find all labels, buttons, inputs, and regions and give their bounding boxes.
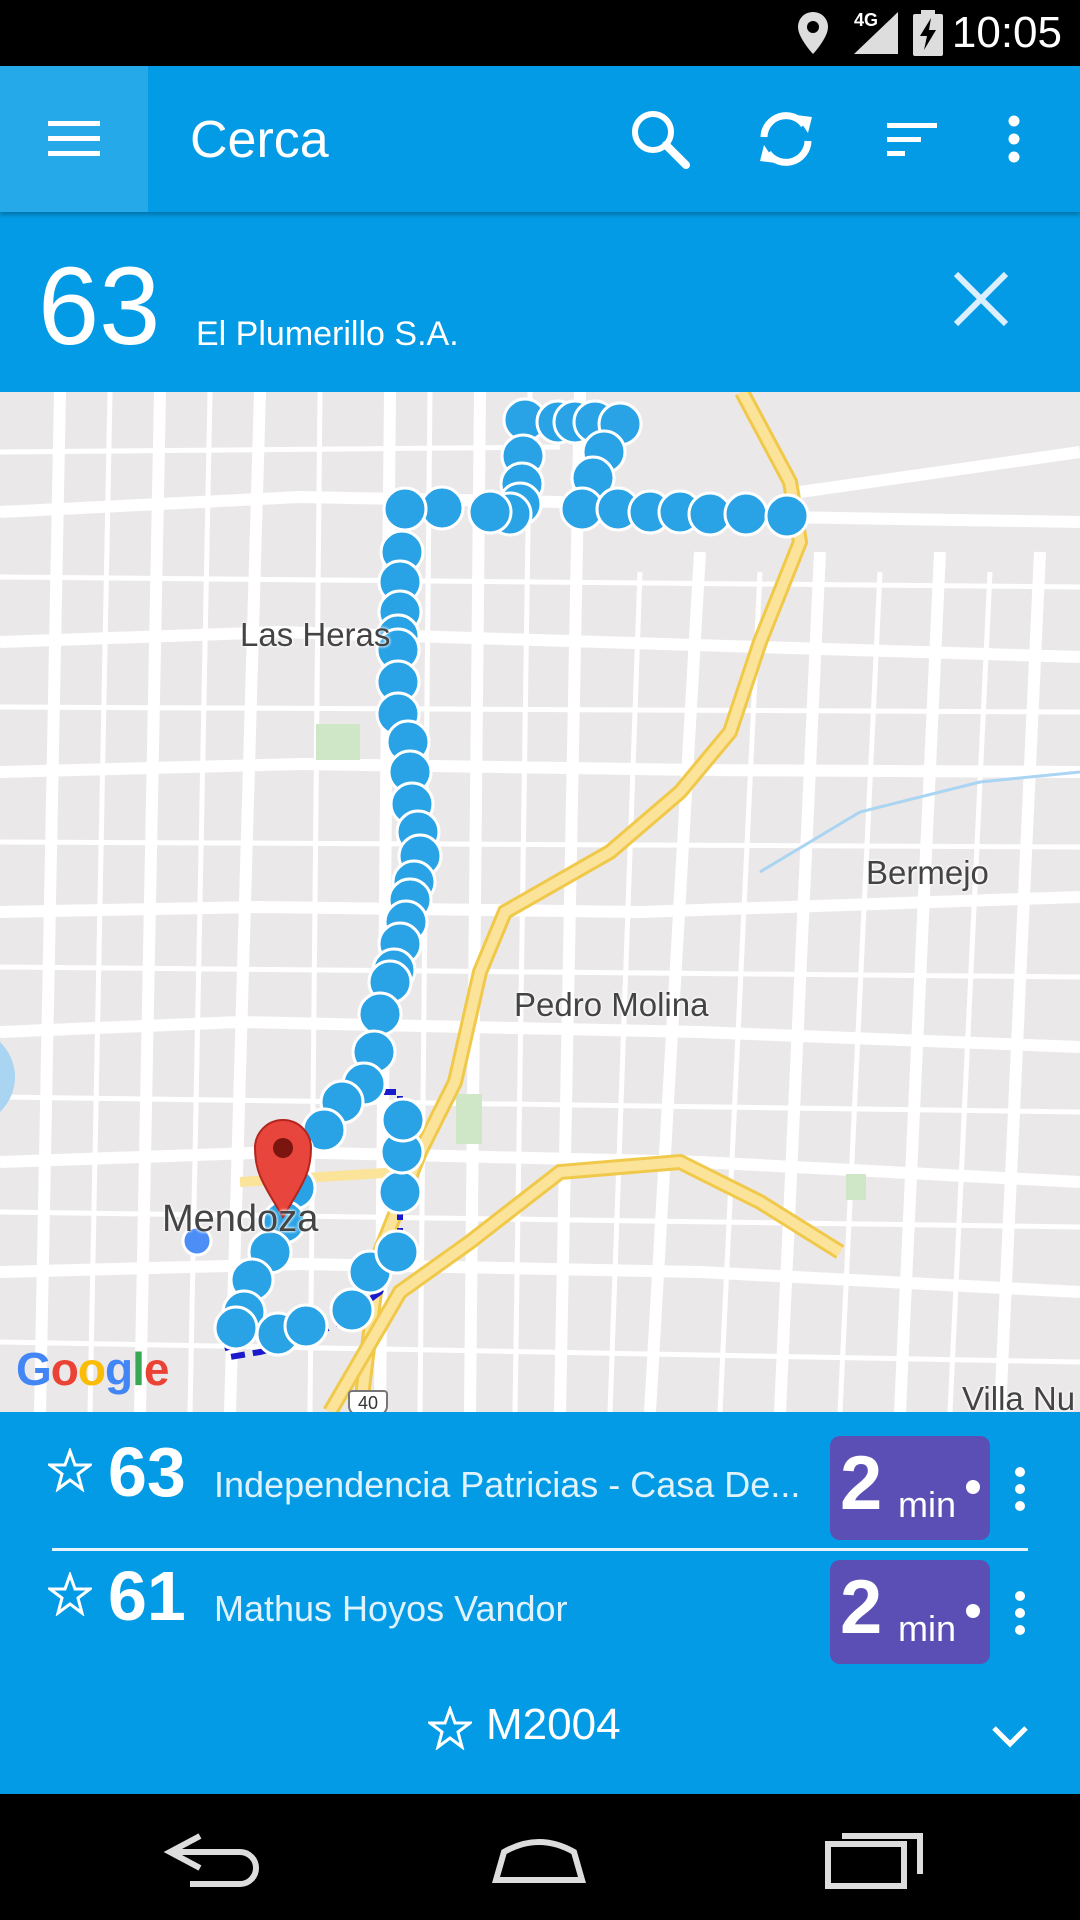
- stop-row[interactable]: M2004: [0, 1692, 1080, 1762]
- network-type: 4G: [854, 10, 879, 30]
- close-route-button[interactable]: [948, 266, 1014, 332]
- search-button[interactable]: [622, 101, 698, 177]
- map-label-mendoza: Mendoza: [162, 1198, 319, 1240]
- bus-stop-marker[interactable]: [764, 493, 810, 539]
- arrival-destination: Mathus Hoyos Vandor: [214, 1588, 568, 1629]
- hamburger-menu-icon: [48, 121, 100, 156]
- battery-charging-icon: [913, 10, 943, 56]
- route-number: 63: [38, 245, 161, 368]
- road-shield-40: 40: [348, 1390, 388, 1412]
- bus-stop-marker[interactable]: [357, 991, 403, 1037]
- chevron-down-icon[interactable]: [988, 1714, 1032, 1758]
- eta-badge: 2 min: [830, 1436, 990, 1540]
- recents-icon[interactable]: [820, 1818, 930, 1898]
- favorite-stop-star-icon[interactable]: [428, 1706, 472, 1750]
- bus-stop-marker[interactable]: [283, 1303, 329, 1349]
- bus-stop-marker[interactable]: [467, 489, 513, 535]
- row-more-vert-icon[interactable]: [1010, 1588, 1030, 1638]
- refresh-icon: [760, 112, 812, 166]
- map-label-las-heras: Las Heras: [240, 616, 391, 653]
- eta-badge: 2 min: [830, 1560, 990, 1664]
- app-title: Cerca: [190, 111, 329, 169]
- favorite-star-icon[interactable]: [48, 1448, 92, 1492]
- map-roads: [0, 392, 1080, 1412]
- bus-stop-marker[interactable]: [382, 486, 428, 532]
- menu-button[interactable]: [0, 66, 148, 212]
- eta-unit: min: [898, 1608, 957, 1649]
- back-icon[interactable]: [160, 1818, 270, 1898]
- location-icon: [798, 12, 828, 54]
- map-river: [0, 1042, 15, 1112]
- clock: 10:05: [951, 8, 1062, 57]
- stop-code: M2004: [486, 1700, 621, 1749]
- overflow-menu-button[interactable]: [984, 101, 1044, 177]
- arrival-line-number: 63: [108, 1433, 186, 1511]
- status-bar: 4G 10:05: [0, 0, 1080, 66]
- map-label-pedro-molina: Pedro Molina: [514, 986, 709, 1023]
- bus-stop-marker[interactable]: [329, 1287, 375, 1333]
- arrival-row[interactable]: 63 Independencia Patricias - Casa De... …: [0, 1412, 1080, 1551]
- map-label-villa-nu: Villa Nu: [962, 1380, 1076, 1412]
- bus-stop-marker[interactable]: [723, 491, 769, 537]
- bus-stop-marker[interactable]: [374, 1229, 420, 1275]
- favorite-star-icon[interactable]: [48, 1572, 92, 1616]
- home-icon[interactable]: [484, 1818, 594, 1898]
- sort-button[interactable]: [874, 101, 950, 177]
- arrivals-sheet: 63 Independencia Patricias - Casa De... …: [0, 1412, 1080, 1794]
- arrival-row[interactable]: 61 Mathus Hoyos Vandor 2 min: [0, 1536, 1080, 1664]
- realtime-dot-icon: [966, 1480, 980, 1494]
- bus-stop-marker[interactable]: [377, 1169, 423, 1215]
- realtime-dot-icon: [966, 1604, 980, 1618]
- bus-stop-marker[interactable]: [380, 1097, 426, 1143]
- signal-icon: 4G: [852, 10, 898, 54]
- eta-value: 2: [840, 1441, 883, 1526]
- eta-value: 2: [840, 1565, 883, 1650]
- system-nav-bar: [0, 1794, 1080, 1920]
- sort-icon: [887, 123, 937, 156]
- more-vert-icon: [1008, 115, 1020, 163]
- app-bar: Cerca: [0, 66, 1080, 212]
- search-icon: [632, 111, 690, 169]
- arrival-destination: Independencia Patricias - Casa De...: [214, 1464, 801, 1505]
- route-header: 63 El Plumerillo S.A.: [0, 212, 1080, 392]
- map-label-bermejo: Bermejo: [866, 854, 989, 891]
- row-more-vert-icon[interactable]: [1010, 1464, 1030, 1514]
- arrival-line-number: 61: [108, 1557, 186, 1635]
- bus-stop-marker[interactable]: [213, 1305, 259, 1351]
- map-canvas[interactable]: [0, 392, 1080, 1412]
- map-view[interactable]: Las Heras Bermejo Pedro Molina Mendoza V…: [0, 392, 1080, 1412]
- refresh-button[interactable]: [748, 101, 824, 177]
- google-logo: Google: [16, 1343, 169, 1395]
- eta-unit: min: [898, 1484, 957, 1525]
- route-company: El Plumerillo S.A.: [196, 315, 459, 353]
